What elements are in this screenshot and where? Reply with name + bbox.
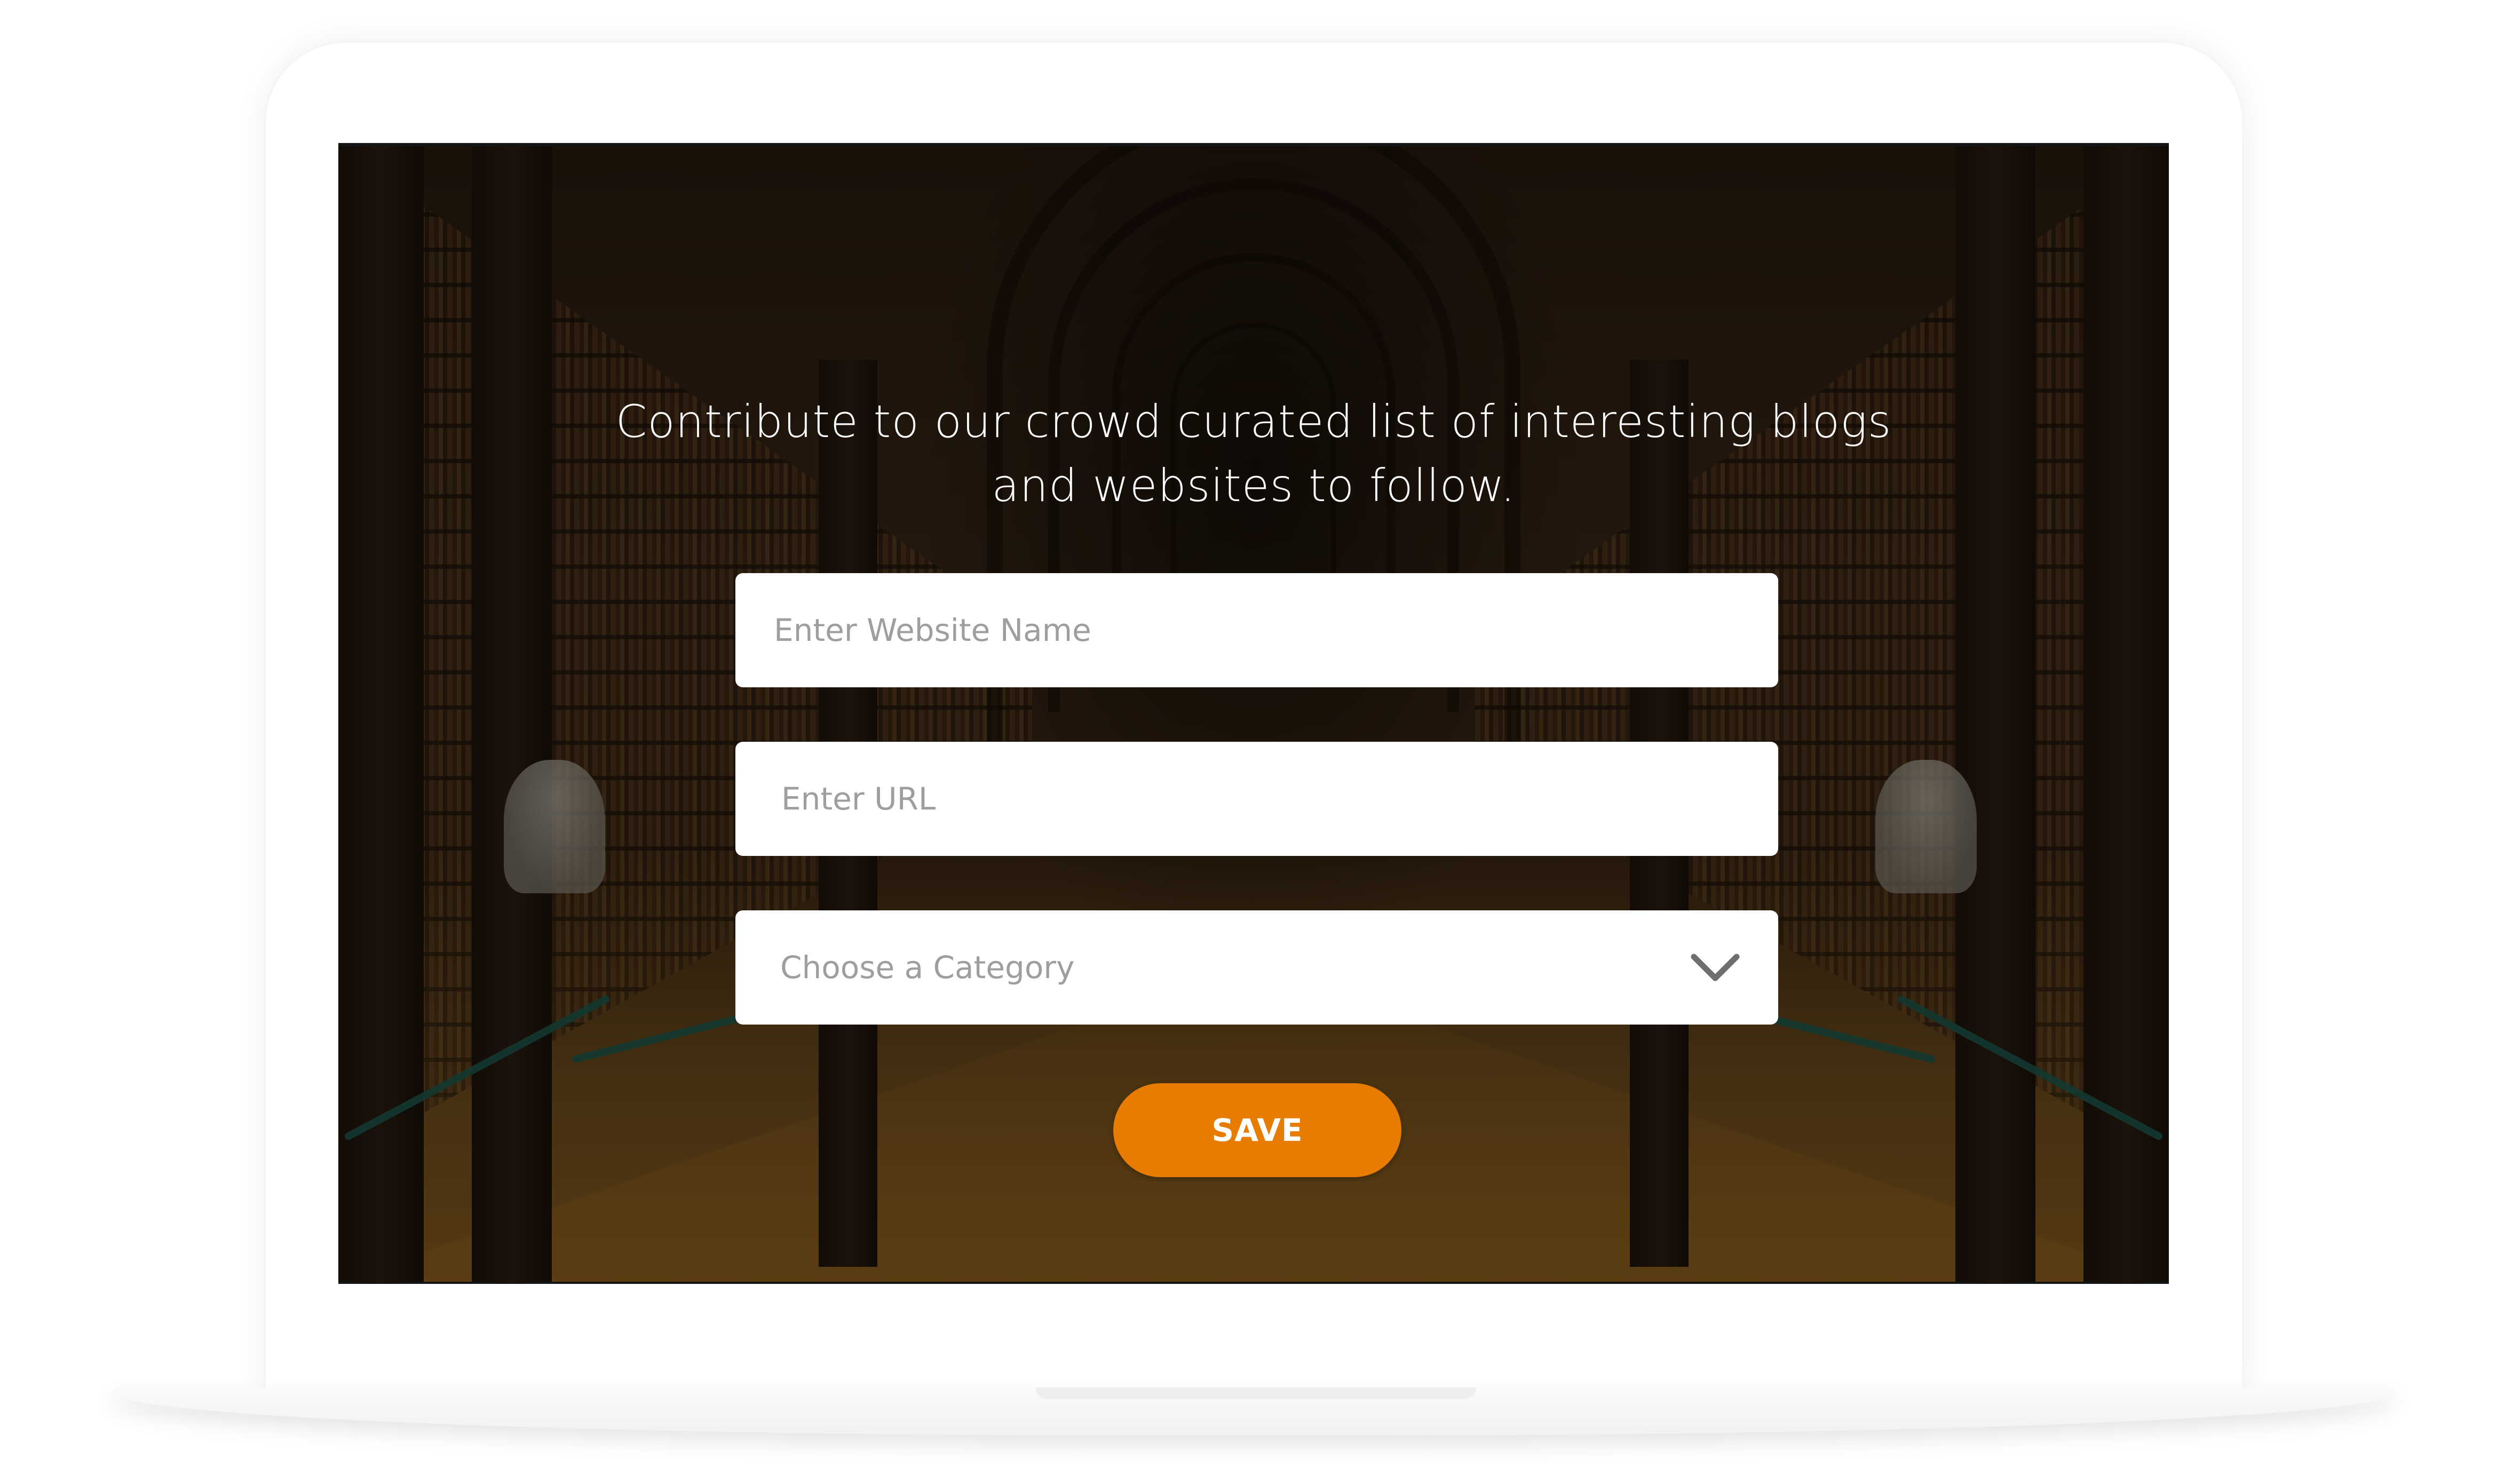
laptop-notch bbox=[1035, 1387, 1476, 1399]
marble-bust bbox=[504, 760, 605, 893]
form-headline: Contribute to our crowd curated list of … bbox=[338, 390, 2169, 518]
website-name-input[interactable] bbox=[773, 612, 1741, 649]
save-button[interactable]: SAVE bbox=[1113, 1083, 1401, 1177]
column bbox=[1955, 146, 2035, 1282]
chevron-down-icon[interactable] bbox=[1690, 951, 1741, 983]
screen: Contribute to our crowd curated list of … bbox=[338, 143, 2169, 1284]
headline-line-1: Contribute to our crowd curated list of … bbox=[615, 395, 1892, 448]
column bbox=[338, 146, 424, 1282]
column bbox=[472, 146, 552, 1282]
category-select-value: Choose a Category bbox=[780, 949, 1075, 986]
url-field[interactable] bbox=[735, 742, 1778, 856]
url-input[interactable] bbox=[780, 780, 1741, 818]
page: Contribute to our crowd curated list of … bbox=[0, 0, 2512, 1484]
column bbox=[2083, 146, 2169, 1282]
rope-barrier bbox=[343, 994, 611, 1141]
headline-line-2: and websites to follow. bbox=[992, 459, 1516, 512]
category-select[interactable]: Choose a Category bbox=[735, 910, 1778, 1025]
rope-barrier bbox=[1896, 994, 2164, 1141]
website-name-field[interactable] bbox=[735, 573, 1778, 687]
marble-bust bbox=[1875, 760, 1977, 893]
